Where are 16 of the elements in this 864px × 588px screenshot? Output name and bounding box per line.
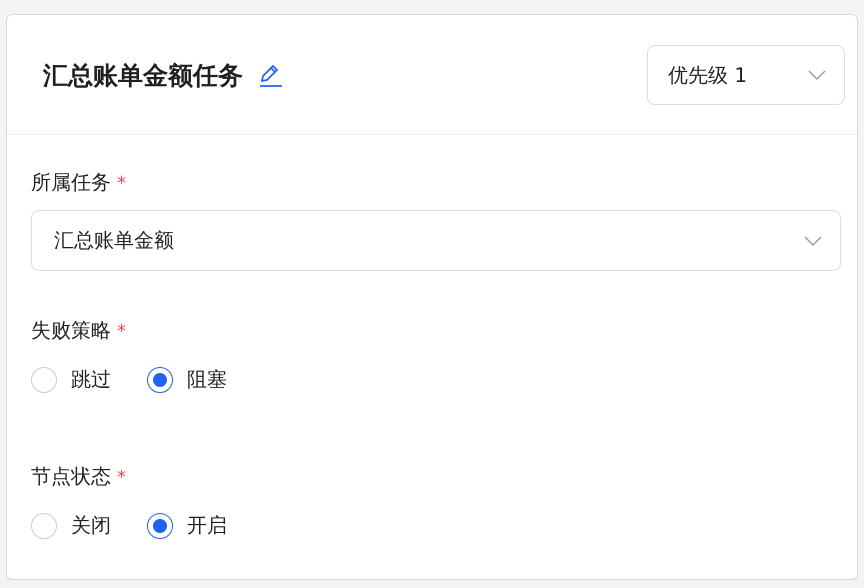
required-mark: * xyxy=(117,173,126,194)
required-mark: * xyxy=(117,467,126,488)
priority-select[interactable]: 优先级 1 xyxy=(647,45,845,105)
required-mark: * xyxy=(117,321,126,342)
radio-option[interactable]: 阻塞 xyxy=(147,366,227,393)
chevron-down-icon xyxy=(808,70,826,80)
field-label: 所属任务 xyxy=(31,169,111,196)
radio-option[interactable]: 跳过 xyxy=(31,366,111,393)
field-label: 节点状态 xyxy=(31,463,111,490)
radio-option[interactable]: 开启 xyxy=(147,512,227,539)
select-field[interactable]: 汇总账单金额 xyxy=(31,210,841,271)
chevron-down-icon xyxy=(804,236,822,246)
field-label: 失败策略 xyxy=(31,317,111,344)
radio-option[interactable]: 关闭 xyxy=(31,512,111,539)
edit-icon[interactable] xyxy=(257,62,283,88)
task-title: 汇总账单金额任务 xyxy=(43,60,243,92)
